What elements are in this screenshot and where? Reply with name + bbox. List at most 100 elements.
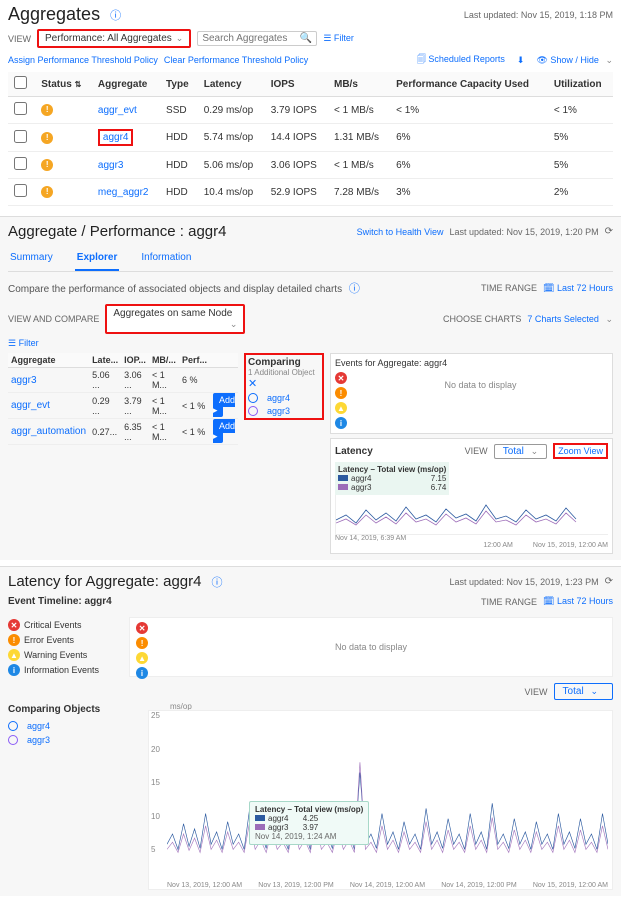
visibility-toggle-icon[interactable] bbox=[8, 735, 18, 745]
help-icon[interactable]: ⓘ bbox=[110, 7, 121, 23]
aggregate-link[interactable]: aggr_evt bbox=[11, 400, 50, 411]
col-header[interactable]: Status ⇅ bbox=[35, 72, 92, 97]
event-type-label: Critical Events bbox=[24, 620, 82, 630]
col-header[interactable]: IOP... bbox=[121, 353, 149, 368]
compare-table: AggregateLate...IOP...MB/...Perf... aggr… bbox=[8, 353, 238, 445]
compare-item[interactable]: aggr4 bbox=[27, 721, 50, 731]
col-header[interactable]: MB/s bbox=[328, 72, 390, 97]
comparing-objects-header: Comparing Objects bbox=[8, 704, 118, 715]
status-icon: ! bbox=[41, 186, 53, 198]
aggregate-link[interactable]: aggr_automation bbox=[11, 426, 86, 437]
compare-item[interactable]: aggr3 bbox=[27, 735, 50, 745]
legend-swatch bbox=[338, 484, 348, 490]
tab-explorer[interactable]: Explorer bbox=[75, 248, 120, 271]
col-header[interactable]: Latency bbox=[198, 72, 265, 97]
zoom-title: Latency for Aggregate: aggr4 bbox=[8, 573, 201, 590]
view-compare-selector[interactable]: Aggregates on same Node⌄ bbox=[105, 304, 245, 334]
comparing-count: 1 Additional Object bbox=[248, 368, 320, 377]
legend-swatch bbox=[338, 475, 348, 481]
col-header[interactable]: Performance Capacity Used bbox=[390, 72, 548, 97]
table-row: !aggr_evtSSD0.29 ms/op3.79 IOPS< 1 MB/s<… bbox=[8, 97, 613, 124]
col-header[interactable]: Perf... bbox=[179, 353, 210, 368]
latency-mini-chart[interactable] bbox=[335, 495, 608, 535]
col-header[interactable]: Late... bbox=[89, 353, 121, 368]
no-data-message: No data to display bbox=[130, 618, 612, 676]
select-all-checkbox[interactable] bbox=[14, 76, 27, 89]
show-hide-button[interactable]: 👁 Show / Hide ⌄ bbox=[536, 55, 613, 66]
table-row: aggr_evt0.29 ...3.79 ...< 1 M...< 1 %Add… bbox=[8, 393, 238, 419]
time-range-selector[interactable]: 🗓 Last 72 Hours bbox=[543, 596, 613, 607]
search-input[interactable]: 🔍 bbox=[197, 31, 317, 46]
latency-label: Latency bbox=[335, 446, 373, 457]
event-timeline-chart[interactable]: ✕ ! ▲ i No data to display bbox=[129, 617, 613, 677]
assign-threshold-link[interactable]: Assign Performance Threshold Policy bbox=[8, 55, 158, 65]
row-checkbox[interactable] bbox=[14, 102, 27, 115]
tabs: Summary Explorer Information bbox=[8, 248, 613, 272]
event-type-icon: i bbox=[8, 664, 20, 676]
tab-information[interactable]: Information bbox=[139, 248, 193, 271]
status-icon: ! bbox=[41, 132, 53, 144]
page-title: Aggregates bbox=[8, 4, 100, 25]
switch-health-view-link[interactable]: Switch to Health View bbox=[357, 227, 444, 237]
tab-summary[interactable]: Summary bbox=[8, 248, 55, 271]
clear-threshold-link[interactable]: Clear Performance Threshold Policy bbox=[164, 55, 308, 65]
zoom-view-select[interactable]: Total ⌄ bbox=[554, 683, 613, 700]
col-header[interactable]: Aggregate bbox=[8, 353, 89, 368]
view-selector[interactable]: Performance: All Aggregates⌄ bbox=[37, 29, 191, 48]
chevron-down-icon: ⌄ bbox=[230, 319, 238, 330]
col-header[interactable]: MB/... bbox=[149, 353, 179, 368]
chevron-down-icon: ⌄ bbox=[176, 33, 184, 43]
events-title: Events for Aggregate: aggr4 bbox=[335, 358, 447, 368]
aggregates-table: Status ⇅AggregateTypeLatencyIOPSMB/sPerf… bbox=[8, 72, 613, 206]
chevron-down-icon: ⌄ bbox=[531, 446, 539, 456]
help-icon[interactable]: ⓘ bbox=[349, 283, 360, 295]
aggregate-link[interactable]: aggr3 bbox=[11, 375, 37, 386]
col-header[interactable]: IOPS bbox=[265, 72, 328, 97]
zoom-view-button[interactable]: Zoom View bbox=[553, 443, 608, 459]
time-range-selector[interactable]: 🗓 Last 72 Hours bbox=[543, 283, 613, 294]
table-row: aggr35.06 ...3.06 ...< 1 M...6 % bbox=[8, 368, 238, 393]
row-checkbox[interactable] bbox=[14, 130, 27, 143]
aggregate-link[interactable]: meg_aggr2 bbox=[98, 187, 149, 198]
chart-tooltip: Latency – Total view (ms/op) aggr4 4.25a… bbox=[249, 801, 369, 845]
charts-selected-dropdown[interactable]: 7 Charts Selected ⌄ bbox=[527, 314, 613, 325]
table-row: !aggr4HDD5.74 ms/op14.4 IOPS1.31 MB/s6%5… bbox=[8, 124, 613, 152]
add-button[interactable]: Add ▸ bbox=[213, 393, 235, 417]
filter-button[interactable]: ☰ Filter bbox=[8, 338, 39, 349]
col-header[interactable]: Aggregate bbox=[92, 72, 160, 97]
search-icon[interactable]: 🔍 bbox=[300, 33, 312, 44]
compare-description: Compare the performance of associated ob… bbox=[8, 280, 360, 296]
event-type-icon: ▲ bbox=[8, 649, 20, 661]
refresh-icon[interactable]: ⟳ bbox=[605, 226, 613, 237]
filter-button[interactable]: ☰ Filter bbox=[323, 33, 354, 44]
row-checkbox[interactable] bbox=[14, 184, 27, 197]
latency-zoom-chart[interactable]: 252015105 Latency – Total view (ms/op) a… bbox=[148, 710, 613, 890]
refresh-icon[interactable]: ⟳ bbox=[605, 576, 613, 587]
chevron-down-icon: ⌄ bbox=[590, 686, 598, 696]
event-type-label: Error Events bbox=[24, 635, 74, 645]
compare-item[interactable]: aggr3 bbox=[267, 406, 290, 416]
critical-icon: ✕ bbox=[335, 372, 347, 384]
last-updated: Last updated: Nov 15, 2019, 1:18 PM bbox=[464, 10, 613, 20]
close-icon[interactable]: ✕ bbox=[248, 378, 257, 390]
download-icon[interactable]: ⬇ bbox=[517, 55, 525, 66]
status-icon: ! bbox=[41, 159, 53, 171]
row-checkbox[interactable] bbox=[14, 157, 27, 170]
no-data-message: No data to display bbox=[353, 372, 608, 429]
add-button[interactable]: Add ▸ bbox=[213, 419, 235, 443]
aggregate-link[interactable]: aggr4 bbox=[98, 129, 134, 146]
col-header[interactable]: Utilization bbox=[548, 72, 613, 97]
visibility-toggle-icon[interactable] bbox=[248, 406, 258, 416]
event-timeline-title: Event Timeline: aggr4 bbox=[8, 596, 112, 607]
compare-item[interactable]: aggr4 bbox=[267, 393, 290, 403]
scheduled-reports-link[interactable]: 🗐 Scheduled Reports bbox=[417, 52, 505, 68]
visibility-toggle-icon[interactable] bbox=[248, 393, 258, 403]
status-icon: ! bbox=[41, 104, 53, 116]
detail-last-updated: Last updated: Nov 15, 2019, 1:20 PM bbox=[450, 227, 599, 237]
latency-view-select[interactable]: Total ⌄ bbox=[494, 444, 547, 459]
event-type-icon: ✕ bbox=[8, 619, 20, 631]
aggregate-link[interactable]: aggr_evt bbox=[98, 105, 137, 116]
table-row: aggr_automation0.27...6.35 ...< 1 M...< … bbox=[8, 419, 238, 445]
visibility-toggle-icon[interactable] bbox=[8, 721, 18, 731]
col-header[interactable]: Type bbox=[160, 72, 198, 97]
